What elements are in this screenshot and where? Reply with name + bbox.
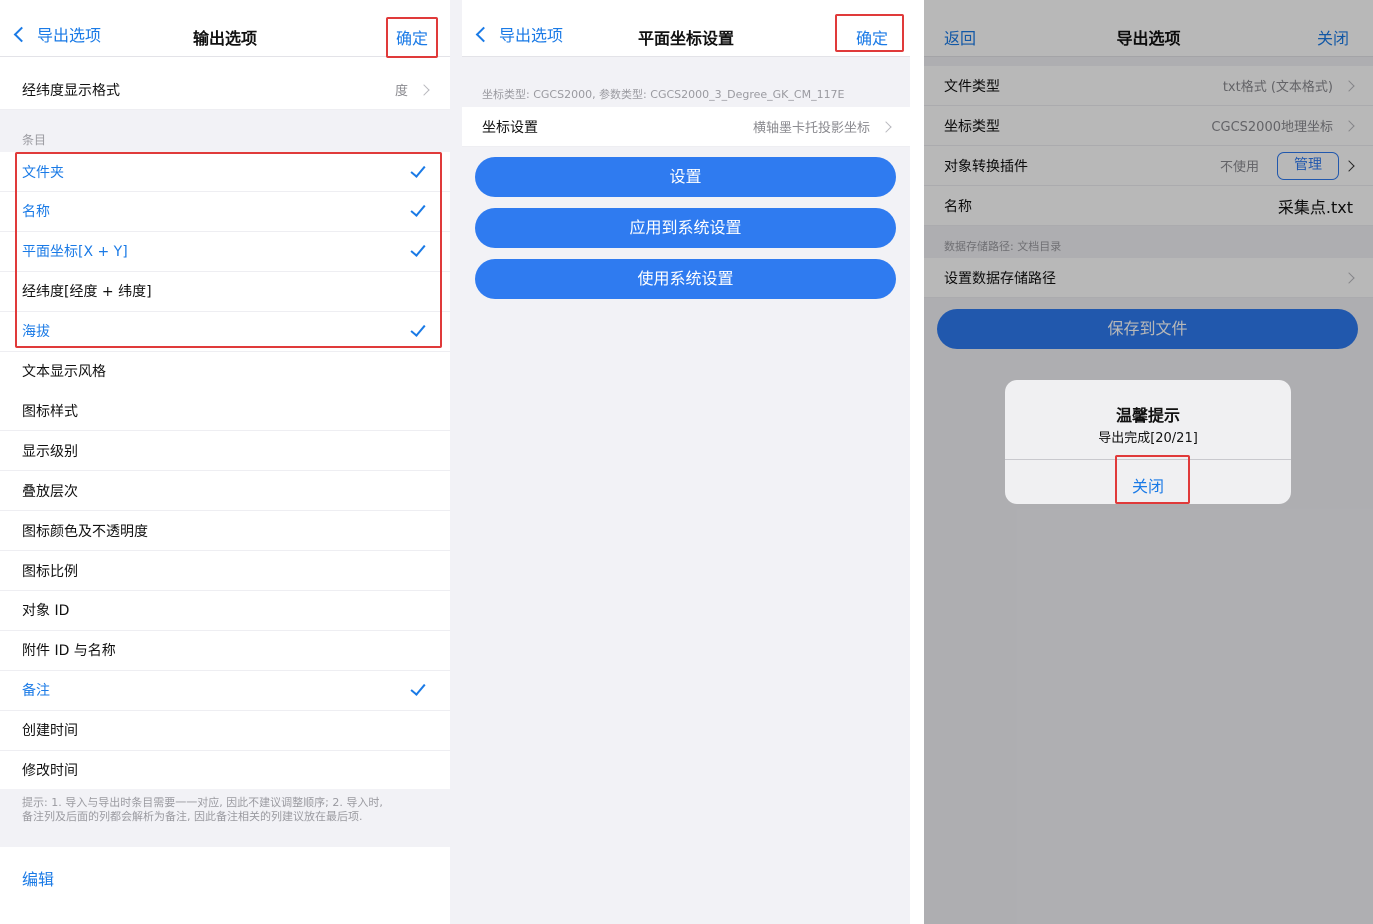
- item-row[interactable]: 叠放层次: [0, 471, 450, 512]
- confirm-button[interactable]: 确定: [856, 25, 888, 49]
- item-row[interactable]: 显示级别: [0, 431, 450, 472]
- item-row[interactable]: 修改时间: [0, 750, 450, 791]
- panel-gap: [910, 0, 924, 924]
- navbar: 导出选项 输出选项 确定: [0, 0, 450, 57]
- item-row[interactable]: 对象 ID: [0, 590, 450, 631]
- export-options-panel: 返回 导出选项 关闭 文件类型 txt格式 (文本格式) 坐标类型 CGCS20…: [924, 0, 1373, 924]
- item-label: 对象 ID: [22, 603, 70, 620]
- alert-dialog: 温馨提示 导出完成[20/21] 关闭: [1005, 380, 1291, 504]
- item-label: 海拔: [22, 324, 50, 341]
- dialog-divider: [1005, 459, 1291, 460]
- item-label: 平面坐标[X + Y]: [22, 244, 128, 261]
- coord-setting-value: 横轴墨卡托投影坐标: [752, 121, 870, 136]
- coord-setting-label: 坐标设置: [482, 119, 538, 136]
- item-row[interactable]: 图标颜色及不透明度: [0, 511, 450, 552]
- latlon-format-row[interactable]: 经纬度显示格式 度: [0, 70, 450, 110]
- item-row[interactable]: 海拔: [0, 311, 450, 352]
- coord-info: 坐标类型: CGCS2000, 参数类型: CGCS2000_3_Degree_…: [482, 88, 845, 101]
- item-row[interactable]: 图标样式: [0, 391, 450, 432]
- hint-text-line2: 备注列及后面的列都会解析为备注, 因此备注相关的列建议放在最后项.: [22, 810, 363, 823]
- item-label: 图标颜色及不透明度: [22, 523, 148, 540]
- item-row[interactable]: 平面坐标[X + Y]: [0, 231, 450, 272]
- latlon-format-value: 度: [394, 84, 408, 99]
- section-gap: [0, 110, 450, 154]
- plane-coord-panel: 导出选项 平面坐标设置 确定 坐标类型: CGCS2000, 参数类型: CGC…: [462, 0, 910, 924]
- navbar: 导出选项 平面坐标设置 确定: [462, 0, 910, 57]
- item-row[interactable]: 备注: [0, 670, 450, 711]
- item-label: 文件夹: [22, 164, 64, 181]
- item-row[interactable]: 文件夹: [0, 152, 450, 192]
- item-label: 名称: [22, 204, 50, 221]
- item-label: 图标比例: [22, 563, 78, 580]
- confirm-button[interactable]: 确定: [396, 25, 428, 49]
- hint-text-line1: 提示: 1. 导入与导出时条目需要一一对应, 因此不建议调整顺序; 2. 导入时…: [22, 796, 383, 809]
- item-row[interactable]: 名称: [0, 191, 450, 232]
- item-row[interactable]: 创建时间: [0, 710, 450, 751]
- item-label: 创建时间: [22, 723, 78, 740]
- panel-gap: [450, 0, 462, 924]
- item-label: 附件 ID 与名称: [22, 643, 116, 660]
- latlon-format-label: 经纬度显示格式: [22, 82, 120, 99]
- page-title: 输出选项: [192, 29, 257, 48]
- item-row[interactable]: 图标比例: [0, 551, 450, 591]
- dialog-title: 温馨提示: [1115, 406, 1180, 425]
- setup-button[interactable]: 设置: [475, 157, 896, 197]
- item-label: 叠放层次: [22, 483, 78, 500]
- item-label: 图标样式: [22, 403, 78, 420]
- chevron-right-icon: [880, 120, 892, 133]
- dialog-close-button[interactable]: 关闭: [1005, 473, 1291, 497]
- dialog-message: 导出完成[20/21]: [1098, 431, 1198, 446]
- page-title: 平面坐标设置: [637, 29, 734, 48]
- chevron-right-icon: [418, 83, 430, 96]
- use-system-button[interactable]: 使用系统设置: [475, 259, 896, 299]
- item-label: 文本显示风格: [22, 364, 106, 380]
- item-row[interactable]: 经纬度[经度 + 纬度]: [0, 271, 450, 312]
- section-header-items: 条目: [22, 133, 47, 147]
- item-label: 修改时间: [22, 763, 78, 779]
- item-row[interactable]: 附件 ID 与名称: [0, 630, 450, 671]
- apply-system-button[interactable]: 应用到系统设置: [475, 208, 896, 248]
- item-label: 显示级别: [22, 443, 78, 460]
- coord-setting-row[interactable]: 坐标设置 横轴墨卡托投影坐标: [462, 107, 910, 147]
- item-label: 备注: [22, 683, 50, 700]
- edit-button[interactable]: 编辑: [22, 866, 54, 890]
- item-row[interactable]: 文本显示风格: [0, 351, 450, 392]
- output-options-panel: 导出选项 输出选项 确定 经纬度显示格式 度 条目 文件夹名称平面坐标[X + …: [0, 0, 450, 924]
- item-label: 经纬度[经度 + 纬度]: [22, 284, 152, 301]
